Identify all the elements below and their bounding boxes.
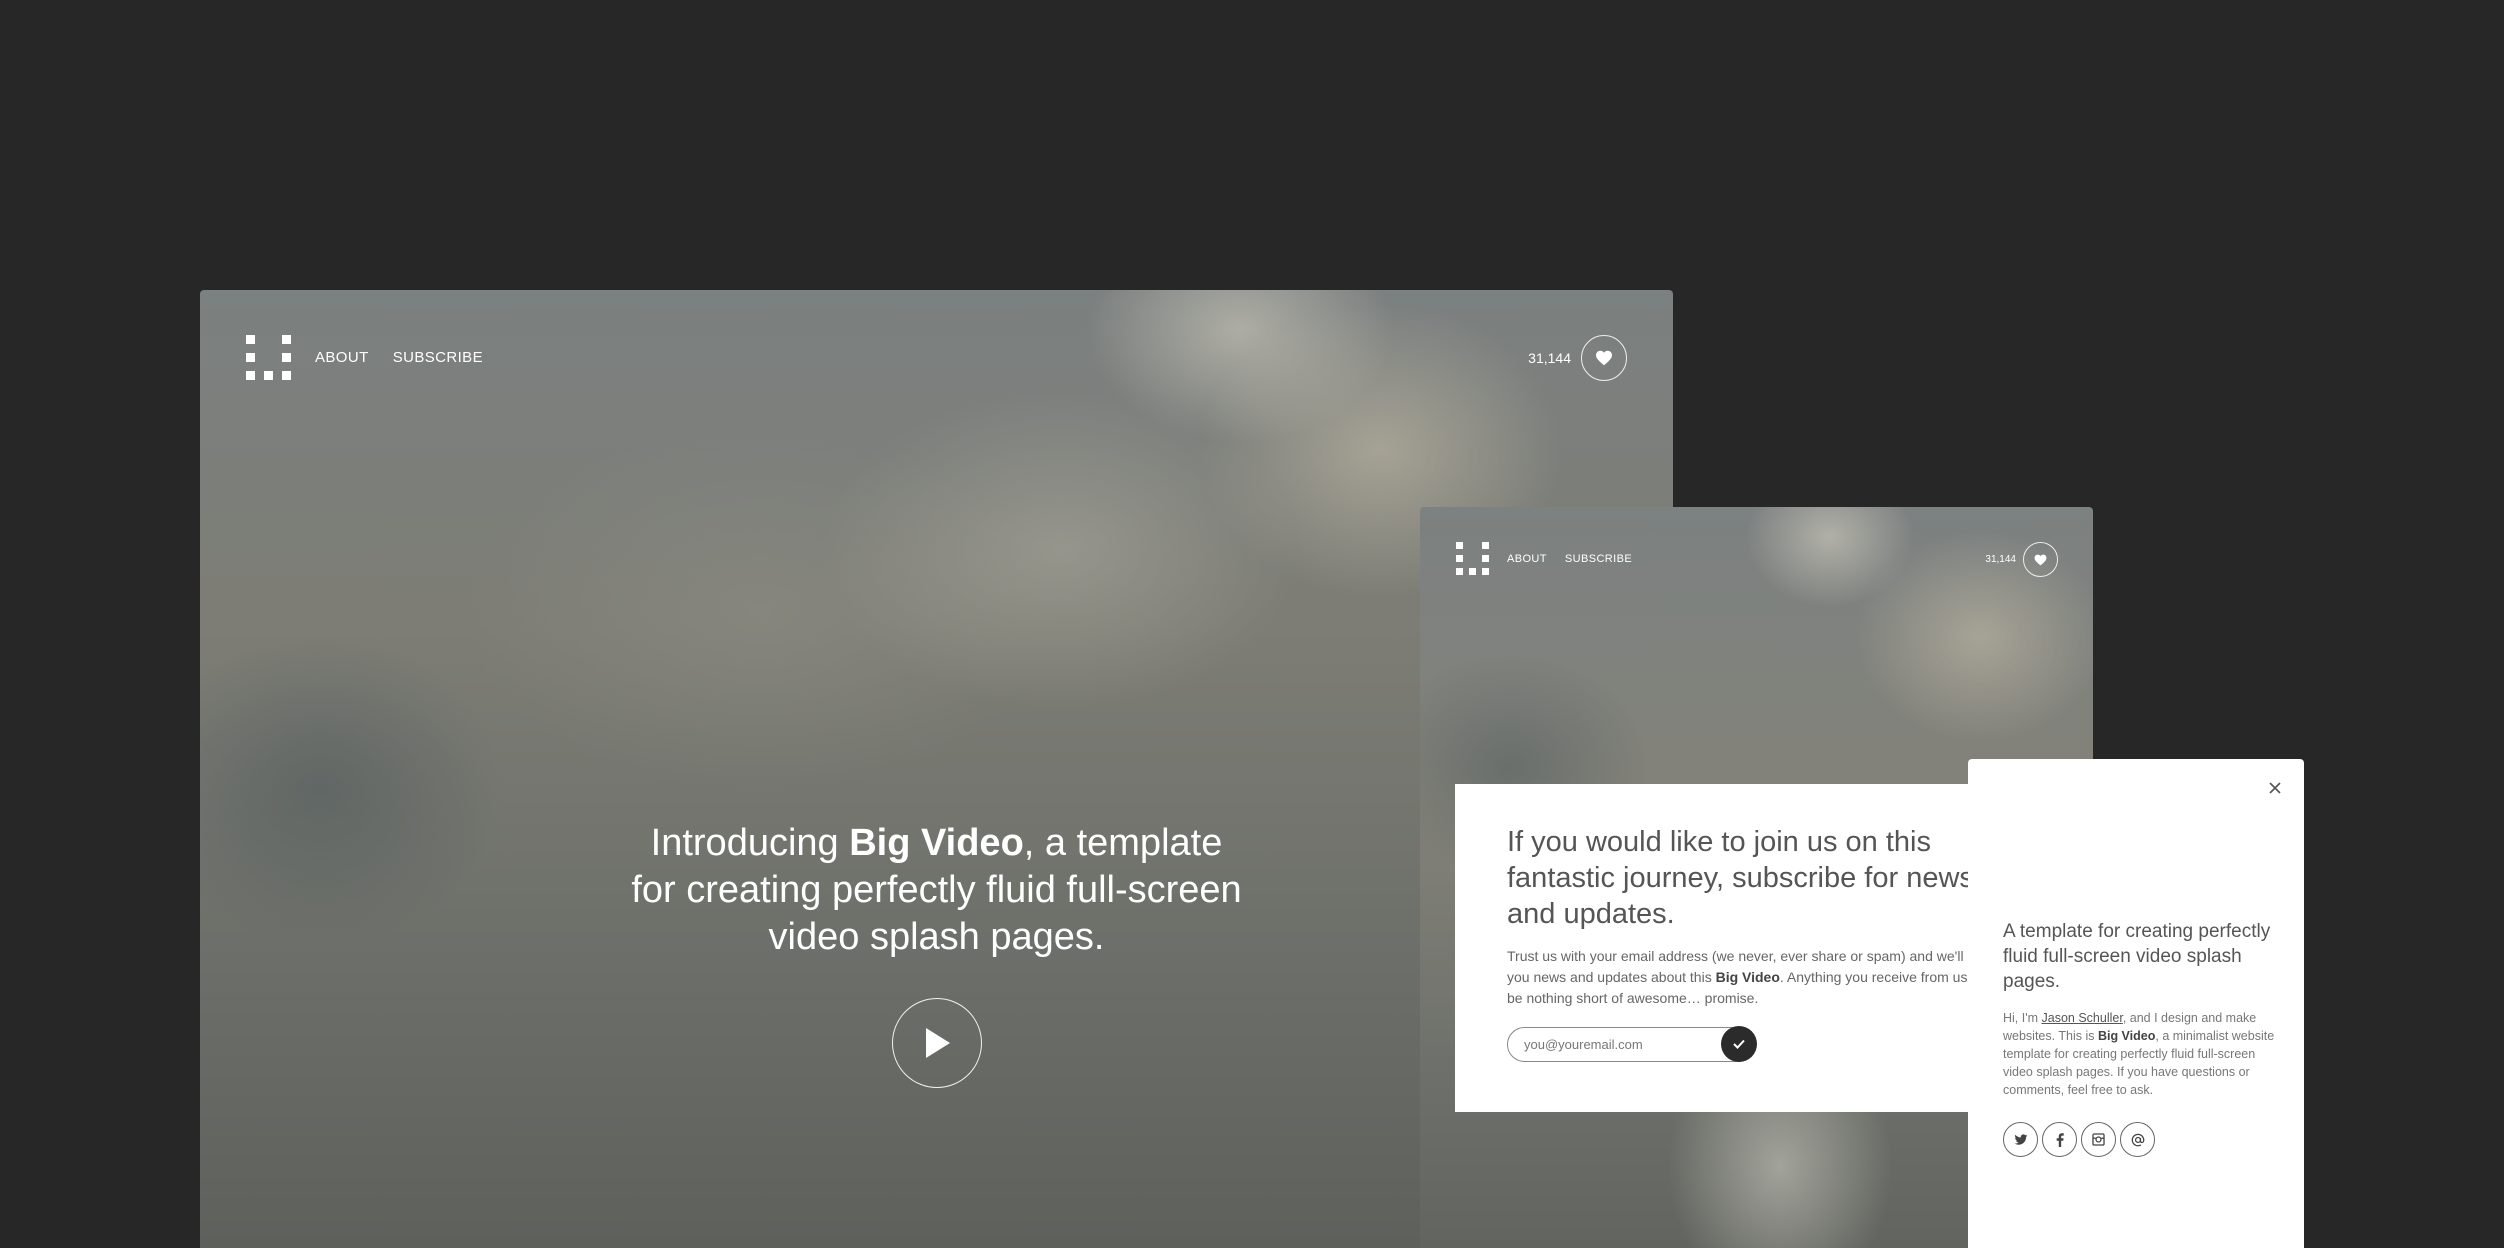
logo-grid-icon[interactable] — [1456, 542, 1489, 575]
about-title: A template for creating perfectly fluid … — [2003, 921, 2271, 992]
hero-line1-rest: , a template — [1023, 822, 1223, 864]
about-body-start: Hi, I'm — [2003, 1011, 2042, 1025]
likes-group: 31,144 — [1985, 542, 2058, 577]
subscribe-panel: If you would like to join us on this fan… — [1455, 784, 2015, 1112]
nav-subscribe-link[interactable]: SUBSCRIBE — [1565, 553, 1632, 565]
nav-about-link[interactable]: ABOUT — [1507, 553, 1547, 565]
check-icon — [1733, 1039, 1745, 1049]
instagram-icon — [2092, 1133, 2105, 1146]
subscribe-body: Trust us with your email address (we nev… — [1507, 946, 2007, 1009]
heart-icon — [1596, 350, 1612, 366]
email-button[interactable] — [2120, 1122, 2155, 1157]
facebook-button[interactable] — [2042, 1122, 2077, 1157]
email-field[interactable] — [1524, 1037, 1714, 1052]
twitter-button[interactable] — [2003, 1122, 2038, 1157]
about-brand: Big Video — [2097, 1029, 2156, 1043]
subscribe-brand: Big Video — [1715, 969, 1780, 985]
likes-count: 31,144 — [1985, 554, 2016, 565]
subscribe-submit-button[interactable] — [1721, 1026, 1757, 1062]
likes-count: 31,144 — [1528, 350, 1571, 366]
logo-grid-icon[interactable] — [246, 335, 291, 380]
social-links — [2003, 1122, 2159, 1157]
likes-group: 31,144 — [1528, 335, 1627, 381]
play-icon — [926, 1028, 950, 1058]
like-button[interactable] — [1581, 335, 1627, 381]
author-link[interactable]: Jason Schuller — [2042, 1011, 2123, 1025]
twitter-icon — [2014, 1133, 2027, 1145]
about-body: Hi, I'm Jason Schuller, and I design and… — [2003, 1009, 2283, 1099]
instagram-button[interactable] — [2081, 1122, 2116, 1157]
close-button[interactable] — [2266, 779, 2284, 797]
play-button[interactable] — [892, 998, 982, 1088]
subscribe-title: If you would like to join us on this fan… — [1507, 826, 1974, 930]
email-form — [1507, 1026, 1757, 1062]
like-button[interactable] — [2023, 542, 2058, 577]
hero-intro: Introducing — [650, 822, 850, 864]
phone-preview: A template for creating perfectly fluid … — [1968, 759, 2304, 1248]
showcase-stage: ABOUT SUBSCRIBE 31,144 Introducing Big V… — [0, 0, 2504, 1248]
facebook-icon — [2056, 1132, 2064, 1147]
nav-about-link[interactable]: ABOUT — [315, 349, 369, 366]
main-nav: ABOUT SUBSCRIBE — [246, 335, 483, 380]
nav-subscribe-link[interactable]: SUBSCRIBE — [393, 349, 483, 366]
tablet-nav: ABOUT SUBSCRIBE — [1456, 542, 1632, 575]
close-icon — [2269, 782, 2281, 794]
email-at-icon — [2131, 1133, 2144, 1146]
hero-brand: Big Video — [849, 822, 1024, 864]
heart-icon — [2034, 554, 2047, 565]
